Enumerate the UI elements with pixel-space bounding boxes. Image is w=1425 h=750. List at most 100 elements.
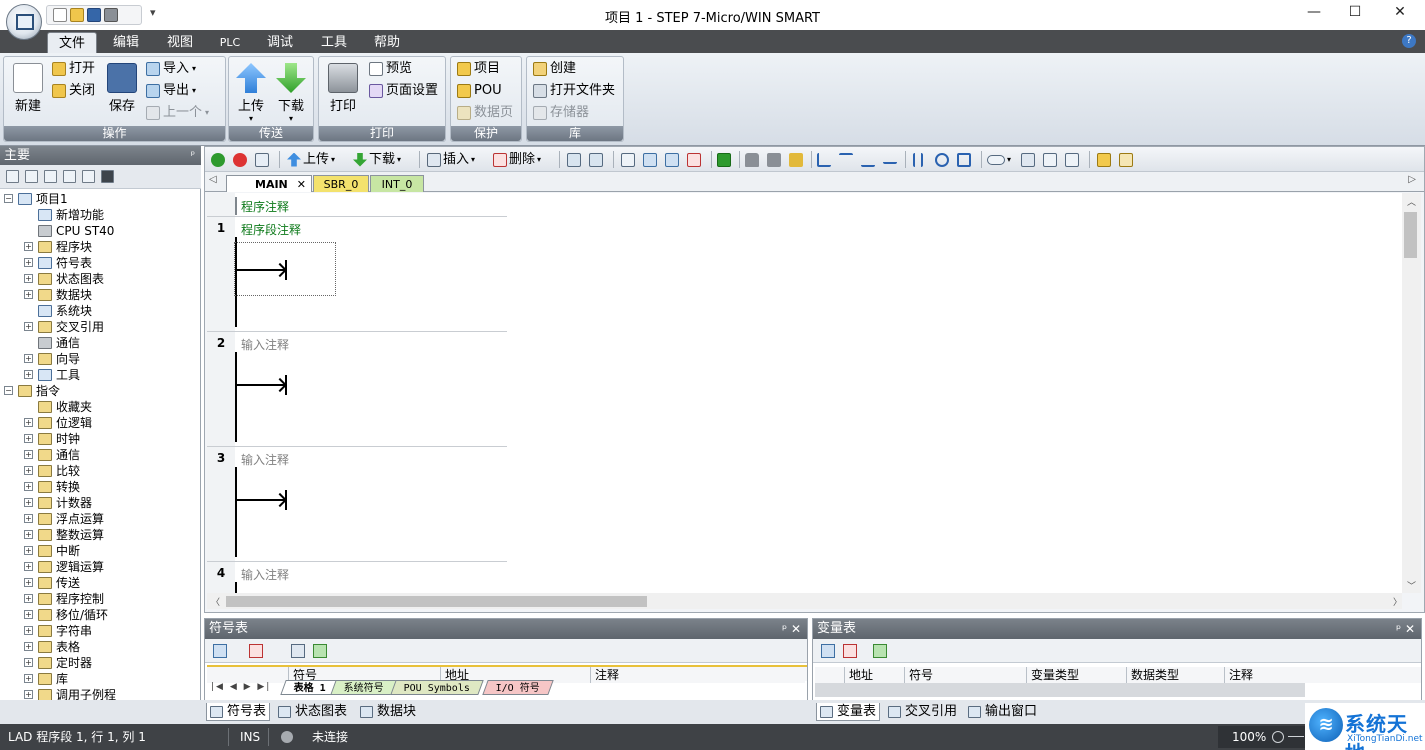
- monitor-button[interactable]: [567, 152, 581, 167]
- tree-expander-icon[interactable]: +: [24, 530, 33, 539]
- tree-expander-icon[interactable]: +: [24, 290, 33, 299]
- rung-comment[interactable]: 程序段注释: [241, 221, 301, 238]
- run-button[interactable]: [211, 152, 225, 167]
- tab-sbr-0[interactable]: SBR_0: [313, 175, 369, 192]
- table-icon[interactable]: [25, 170, 38, 183]
- delete-row-icon[interactable]: [843, 644, 857, 658]
- print-icon[interactable]: [104, 8, 118, 22]
- tree-item[interactable]: 字符串: [38, 623, 92, 639]
- sheet-tab-io-symbols[interactable]: I/O 符号: [482, 680, 554, 695]
- tree-expander-icon[interactable]: +: [24, 594, 33, 603]
- apply-icon[interactable]: [873, 644, 887, 658]
- tree-item[interactable]: 库: [38, 671, 68, 687]
- window-icon[interactable]: [82, 170, 95, 183]
- tree-item[interactable]: 新增功能: [38, 207, 104, 223]
- tree-expander-icon[interactable]: +: [24, 354, 33, 363]
- tab-plc[interactable]: PLC: [210, 32, 250, 53]
- stop-button[interactable]: [233, 152, 247, 167]
- line-up-button[interactable]: [861, 152, 875, 167]
- add-row-icon[interactable]: [213, 644, 227, 658]
- tab-help[interactable]: 帮助: [365, 32, 409, 53]
- tree-expander-icon[interactable]: +: [24, 690, 33, 699]
- bottom-tab-cross-reference[interactable]: 交叉引用: [888, 703, 957, 721]
- box-button[interactable]: [957, 152, 971, 167]
- protect-project-button[interactable]: 项目: [457, 59, 500, 79]
- tree-item[interactable]: 通信: [38, 335, 80, 351]
- monitor-icon[interactable]: [101, 170, 114, 183]
- page-setup-button[interactable]: 页面设置: [369, 81, 438, 101]
- sheet-tab-pou-symbols[interactable]: POU Symbols: [390, 680, 484, 695]
- new-button[interactable]: 新建: [10, 61, 46, 114]
- lock-all-button[interactable]: [767, 152, 781, 167]
- tree-item[interactable]: 数据块: [38, 287, 92, 303]
- editor-vertical-thumb[interactable]: [1404, 212, 1417, 258]
- tree-expander-icon[interactable]: +: [24, 450, 33, 459]
- tree-expander-icon[interactable]: +: [24, 242, 33, 251]
- tab-tools[interactable]: 工具: [312, 32, 356, 53]
- save-button[interactable]: 保存: [104, 61, 140, 114]
- edit-symbols-button[interactable]: [1043, 152, 1057, 167]
- import-button[interactable]: 导入 ▾: [146, 59, 196, 79]
- tree-expander-icon[interactable]: +: [24, 674, 33, 683]
- tree-item[interactable]: 表格: [38, 639, 80, 655]
- bottom-tab-output-window[interactable]: 输出窗口: [968, 703, 1037, 721]
- tree-expander-icon[interactable]: +: [24, 274, 33, 283]
- tree-item[interactable]: 定时器: [38, 655, 92, 671]
- editor-horizontal-thumb[interactable]: [226, 596, 647, 607]
- tree-item[interactable]: 符号表: [38, 255, 92, 271]
- forward-button[interactable]: [665, 152, 679, 167]
- rung-comment[interactable]: 输入注释: [241, 336, 289, 353]
- tree-item[interactable]: 时钟: [38, 431, 80, 447]
- print-button[interactable]: 打印: [325, 61, 361, 114]
- tree-item[interactable]: 通信: [38, 447, 80, 463]
- tree-item[interactable]: 转换: [38, 479, 80, 495]
- open-folder-icon[interactable]: [70, 8, 84, 22]
- ladder-area[interactable]: 程序注释 1 程序段注释 2 输入注释 3 输入注释 4 输入注释: [207, 193, 1402, 593]
- document-icon[interactable]: [63, 170, 76, 183]
- list-icon[interactable]: [44, 170, 57, 183]
- tree-item[interactable]: 浮点运算: [38, 511, 104, 527]
- tree-item[interactable]: 交叉引用: [38, 319, 104, 335]
- tab-scroll-right-icon[interactable]: ▷: [1408, 174, 1416, 185]
- panel-controls[interactable]: ᵖ ✕: [782, 619, 801, 639]
- branch-up-button[interactable]: [839, 152, 853, 167]
- tree-item[interactable]: 程序控制: [38, 591, 104, 607]
- upload-button[interactable]: 上传 ▾: [233, 61, 269, 123]
- tree-expander-icon[interactable]: +: [24, 498, 33, 507]
- close-tab-icon[interactable]: ✕: [297, 176, 306, 193]
- open-library-folder-button[interactable]: 打开文件夹: [533, 81, 615, 101]
- tree-item[interactable]: 项目1: [18, 191, 68, 207]
- contact-button[interactable]: [913, 152, 923, 167]
- compile-button[interactable]: [255, 152, 269, 167]
- tree-item[interactable]: CPU ST40: [38, 223, 114, 239]
- library-create-button[interactable]: 创建: [533, 59, 576, 79]
- protect-pou-button[interactable]: POU: [457, 81, 502, 101]
- tab-int-0[interactable]: INT_0: [370, 175, 424, 192]
- scroll-down-icon[interactable]: ﹀: [1407, 579, 1416, 592]
- branch-down-button[interactable]: [817, 152, 831, 167]
- tree-item[interactable]: 逻辑运算: [38, 559, 104, 575]
- save-icon[interactable]: [87, 8, 101, 22]
- tree-expander-icon[interactable]: +: [24, 610, 33, 619]
- pou-properties-button[interactable]: [1119, 152, 1133, 167]
- tab-main[interactable]: MAIN ✕: [226, 175, 312, 192]
- tree-item[interactable]: 指令: [18, 383, 60, 399]
- minimize-button[interactable]: —: [1302, 4, 1326, 24]
- rung-comment[interactable]: 输入注释: [241, 566, 289, 583]
- app-menu-button[interactable]: [6, 4, 42, 40]
- tree-expander-icon[interactable]: +: [24, 258, 33, 267]
- export-button[interactable]: 导出 ▾: [146, 81, 196, 101]
- line-right-button[interactable]: [883, 152, 897, 167]
- back-button[interactable]: [643, 152, 657, 167]
- insert-row-icon[interactable]: [821, 644, 835, 658]
- scroll-right-icon[interactable]: 〉: [1393, 595, 1402, 608]
- tree-expander-icon[interactable]: +: [24, 514, 33, 523]
- zoom-slider[interactable]: [1288, 736, 1304, 737]
- tree-expander-icon[interactable]: +: [24, 626, 33, 635]
- tree-item[interactable]: 位逻辑: [38, 415, 92, 431]
- tree-expander-icon[interactable]: +: [24, 642, 33, 651]
- view-icon[interactable]: [6, 170, 19, 183]
- toggle-button[interactable]: [621, 152, 635, 167]
- zoom-level[interactable]: 100%: [1232, 724, 1266, 750]
- bottom-tab-symbol-table[interactable]: 符号表: [206, 703, 271, 721]
